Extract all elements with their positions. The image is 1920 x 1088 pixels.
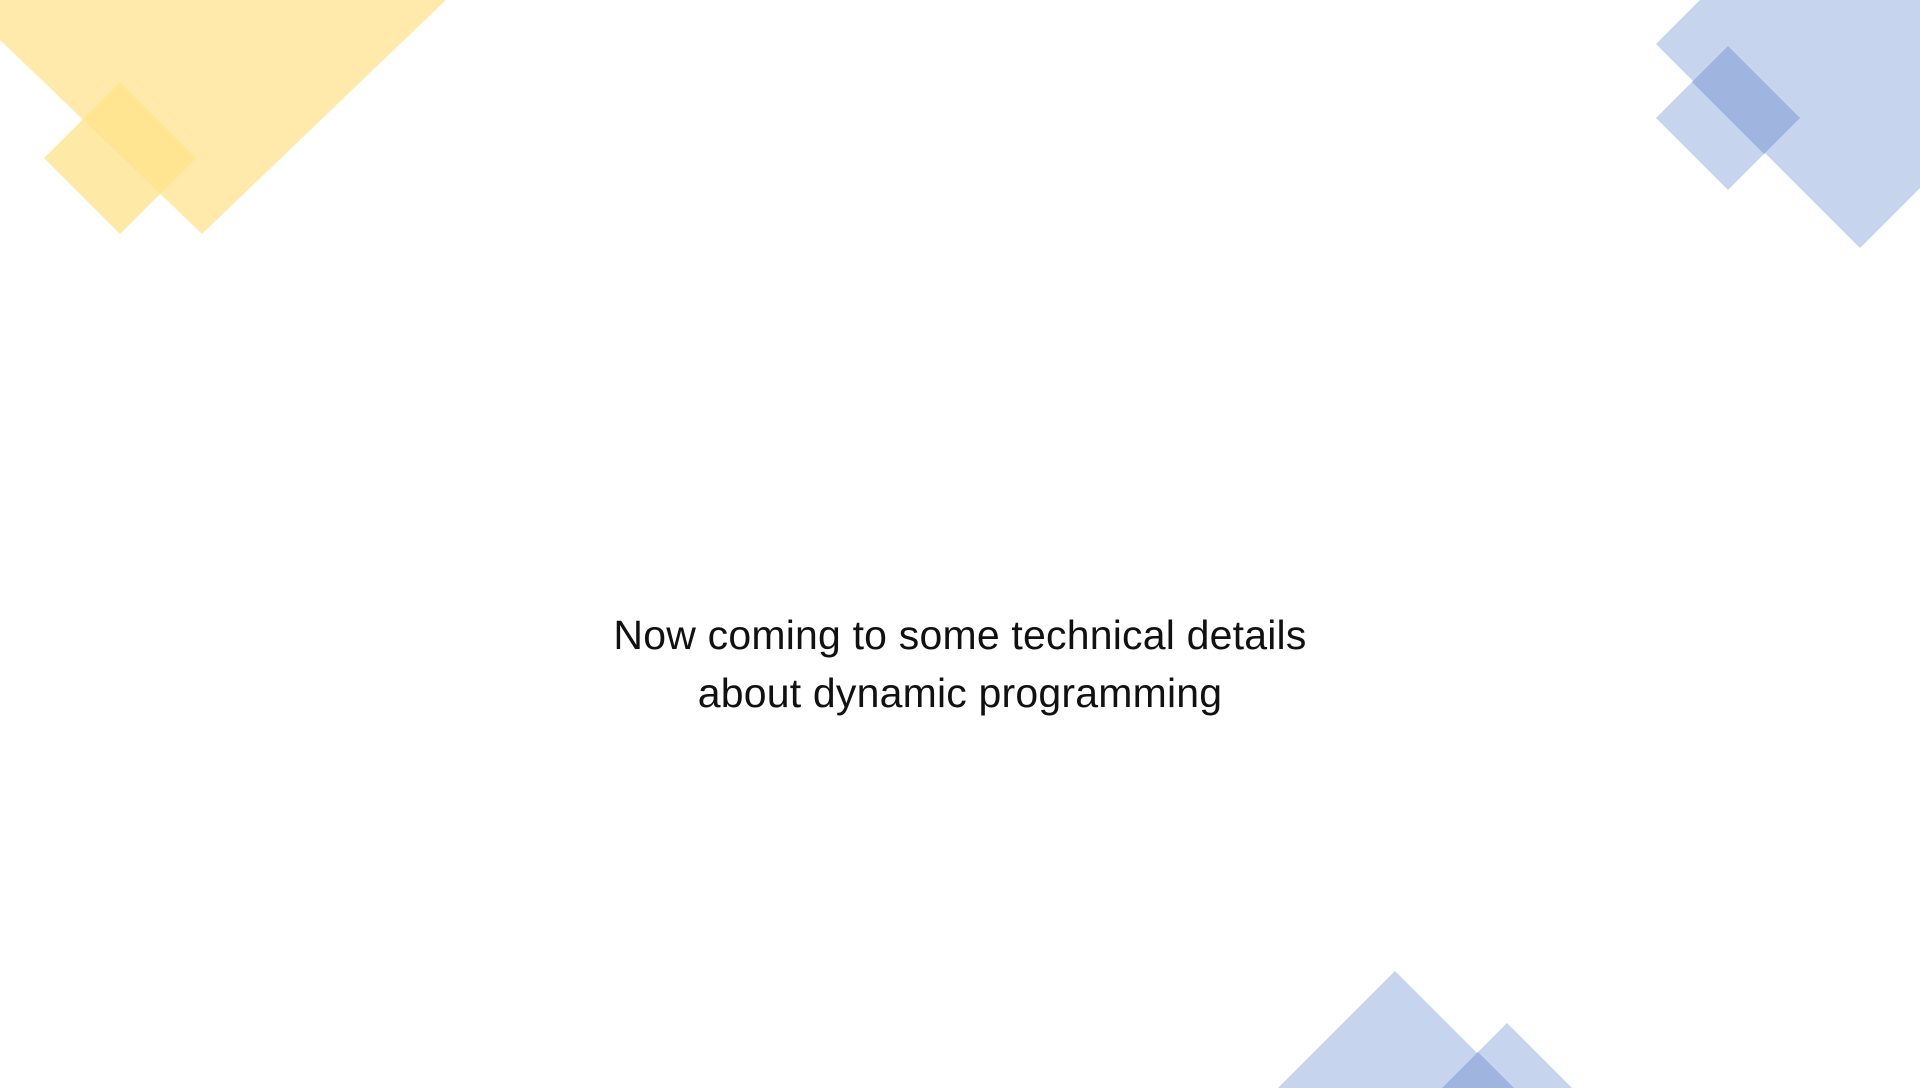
body-text-line-1: Now coming to some technical details — [613, 612, 1307, 658]
decorative-shapes — [0, 0, 1920, 1088]
slide: Now coming to some technical details abo… — [0, 0, 1920, 1088]
yellow-triangle-shape — [0, 0, 446, 234]
body-text-line-2: about dynamic programming — [697, 670, 1223, 716]
slide-body-text: Now coming to some technical details abo… — [0, 606, 1920, 722]
